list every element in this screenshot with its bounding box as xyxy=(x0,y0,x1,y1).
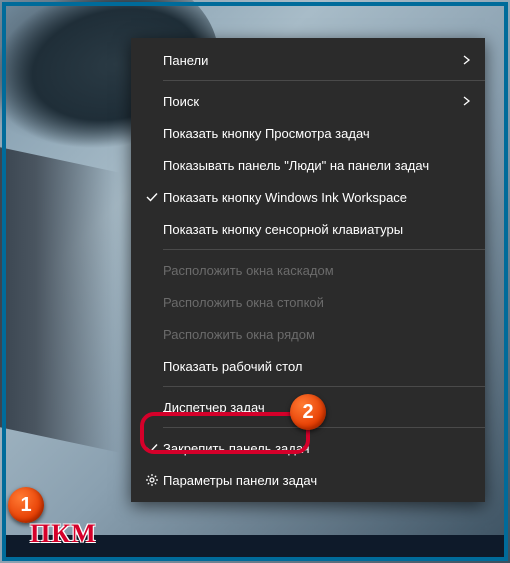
menu-item-label: Параметры панели задач xyxy=(163,473,471,488)
menu-item-taskbar-settings[interactable]: Параметры панели задач xyxy=(131,464,485,496)
annotation-badge-1: 1 xyxy=(8,487,44,523)
menu-item-label: Расположить окна каскадом xyxy=(163,263,471,278)
annotation-badge-2: 2 xyxy=(290,394,326,430)
menu-item-side-by-side: Расположить окна рядом xyxy=(131,318,485,350)
menu-item-show-task-view[interactable]: Показать кнопку Просмотра задач xyxy=(131,117,485,149)
menu-item-label: Показать рабочий стол xyxy=(163,359,471,374)
menu-item-show-people[interactable]: Показывать панель "Люди" на панели задач xyxy=(131,149,485,181)
menu-item-label: Показать кнопку Просмотра задач xyxy=(163,126,471,141)
menu-item-label: Расположить окна стопкой xyxy=(163,295,471,310)
annotation-pkm-label: ПКМ xyxy=(30,519,97,549)
taskbar-context-menu: Панели Поиск Показать кнопку Просмотра з… xyxy=(131,38,485,502)
menu-item-label: Показать кнопку Windows Ink Workspace xyxy=(163,190,471,205)
menu-item-label: Панели xyxy=(163,53,457,68)
menu-item-lock-taskbar[interactable]: Закрепить панель задач xyxy=(131,432,485,464)
badge-number: 2 xyxy=(302,401,313,423)
menu-item-stack-windows: Расположить окна стопкой xyxy=(131,286,485,318)
menu-item-label: Поиск xyxy=(163,94,457,109)
menu-item-show-ink-workspace[interactable]: Показать кнопку Windows Ink Workspace xyxy=(131,181,485,213)
menu-item-label: Показать кнопку сенсорной клавиатуры xyxy=(163,222,471,237)
menu-separator xyxy=(163,80,485,81)
menu-item-label: Расположить окна рядом xyxy=(163,327,471,342)
badge-number: 1 xyxy=(20,494,31,516)
menu-separator xyxy=(163,249,485,250)
menu-separator xyxy=(163,386,485,387)
chevron-right-icon xyxy=(457,53,471,68)
check-icon xyxy=(141,441,163,455)
check-icon xyxy=(141,190,163,204)
menu-item-label: Закрепить панель задач xyxy=(163,441,471,456)
menu-separator xyxy=(163,427,485,428)
menu-item-search[interactable]: Поиск xyxy=(131,85,485,117)
chevron-right-icon xyxy=(457,94,471,109)
menu-item-label: Показывать панель "Люди" на панели задач xyxy=(163,158,471,173)
menu-item-panels[interactable]: Панели xyxy=(131,44,485,76)
gear-icon xyxy=(141,473,163,487)
menu-item-cascade-windows: Расположить окна каскадом xyxy=(131,254,485,286)
menu-item-show-desktop[interactable]: Показать рабочий стол xyxy=(131,350,485,382)
menu-item-show-touch-keyboard[interactable]: Показать кнопку сенсорной клавиатуры xyxy=(131,213,485,245)
